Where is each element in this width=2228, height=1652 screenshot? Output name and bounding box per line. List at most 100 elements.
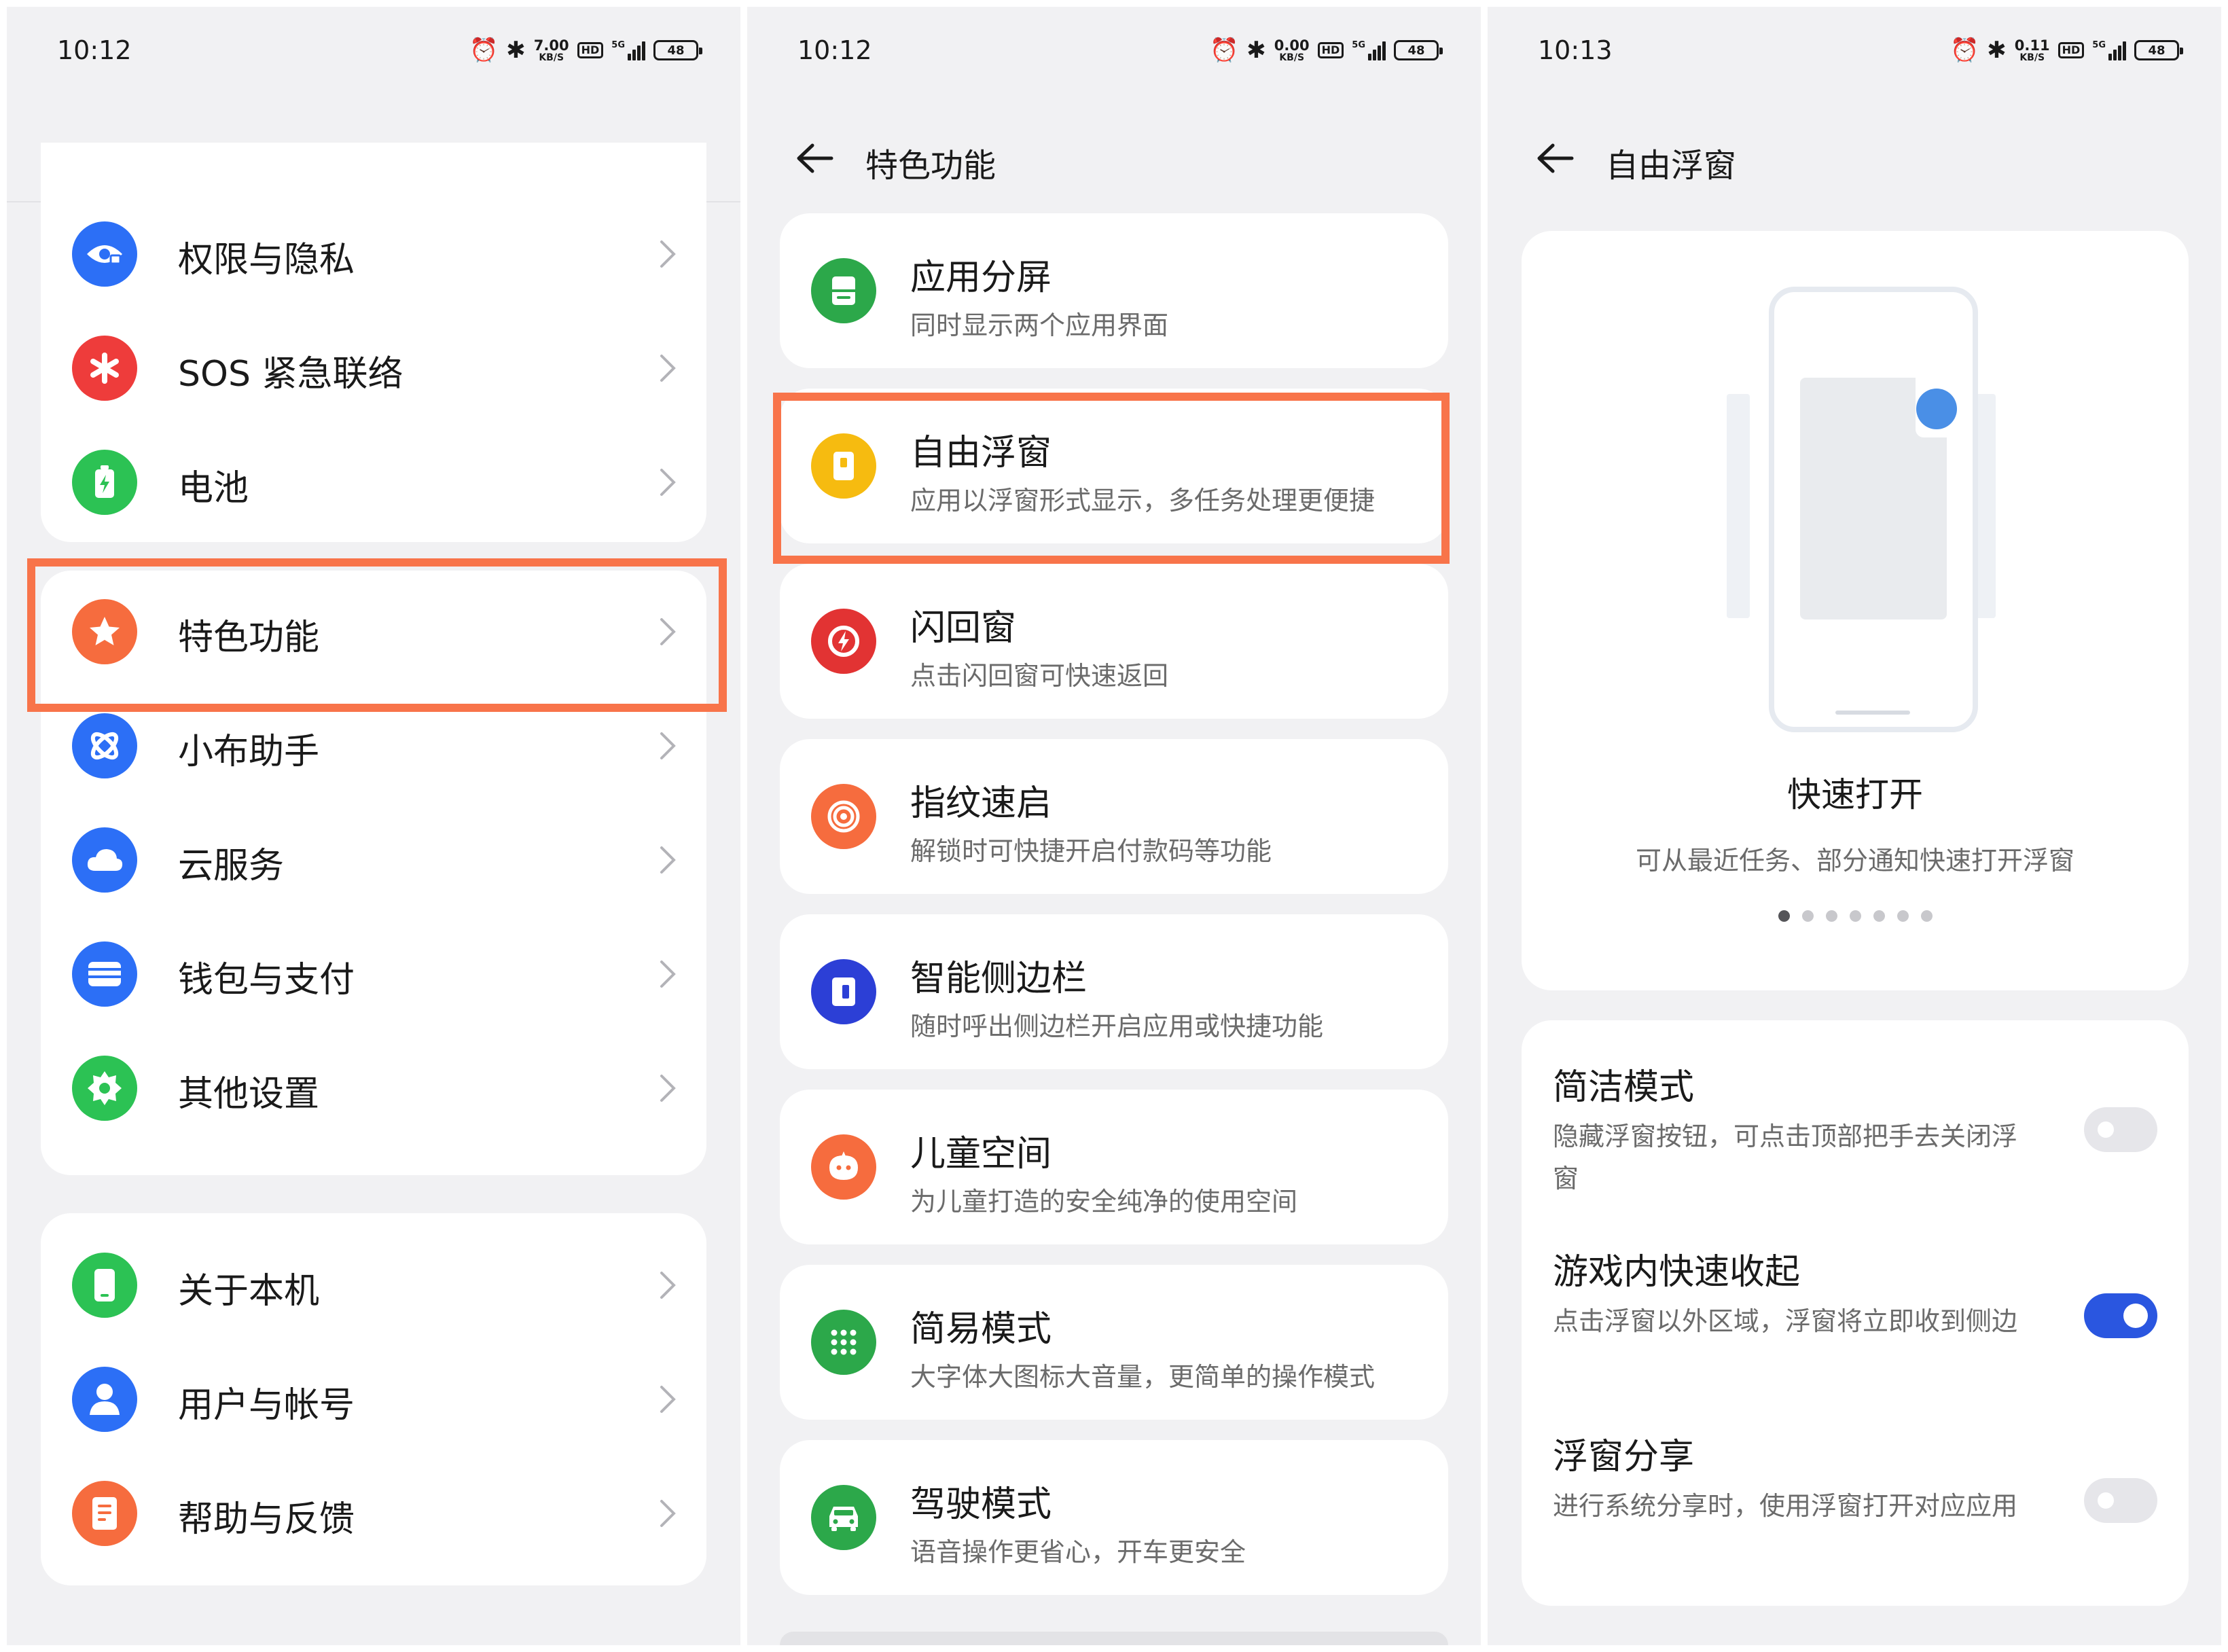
feature-subtitle: 点击闪回窗可快速返回 <box>910 661 1169 691</box>
car-icon <box>811 1485 876 1550</box>
header: 特色功能 <box>747 88 1481 208</box>
feature-card-kids-space[interactable]: 儿童空间 为儿童打造的安全纯净的使用空间 <box>780 1090 1448 1244</box>
settings-item-privacy[interactable]: 权限与隐私 <box>41 197 706 311</box>
feature-title: 简易模式 <box>910 1309 1052 1350</box>
battery-indicator: 48 <box>653 40 702 60</box>
feature-subtitle: 同时显示两个应用界面 <box>910 310 1169 340</box>
settings-item-battery[interactable]: 电池 <box>41 425 706 539</box>
feature-subtitle: 语音操作更省心，开车更安全 <box>910 1537 1246 1567</box>
network-speed: 7.00 KB/S <box>533 37 569 63</box>
chevron-right-icon <box>660 355 676 382</box>
wallet-icon <box>72 941 137 1007</box>
page-dot[interactable] <box>1849 910 1861 922</box>
settings-item-label: 电池 <box>178 468 249 509</box>
game-quick-collapse-toggle[interactable] <box>2084 1293 2157 1338</box>
feature-card-split-screen[interactable]: 应用分屏 同时显示两个应用界面 <box>780 213 1448 368</box>
signal-icon: 5G <box>2092 40 2126 60</box>
settings-item-cloud[interactable]: 云服务 <box>41 803 706 917</box>
option-title: 浮窗分享 <box>1553 1437 1695 1477</box>
split-screen-icon <box>811 258 876 323</box>
alarm-icon: ⏰ <box>469 37 499 64</box>
feature-subtitle: 大字体大图标大音量，更简单的操作模式 <box>910 1362 1376 1392</box>
chevron-right-icon <box>660 960 676 988</box>
chevron-right-icon <box>660 469 676 496</box>
option-game-quick-collapse[interactable]: 游戏内快速收起 点击浮窗以外区域，浮窗将立即收到侧边 <box>1522 1205 2189 1390</box>
illustration-card: 快速打开 可从最近任务、部分通知快速打开浮窗 <box>1522 231 2189 990</box>
feature-card-partial <box>780 1632 1448 1645</box>
chevron-right-icon <box>660 1386 676 1413</box>
phone-icon <box>72 1253 137 1318</box>
asterisk-icon <box>72 336 137 401</box>
settings-item-other[interactable]: 其他设置 <box>41 1031 706 1145</box>
fingerprint-icon <box>811 784 876 849</box>
page-dot[interactable] <box>1801 910 1814 922</box>
user-icon <box>72 1367 137 1432</box>
privacy-eye-icon <box>72 221 137 287</box>
hd-icon: HD <box>2058 42 2085 58</box>
battery-indicator: 48 <box>2134 40 2183 60</box>
status-time: 10:12 <box>57 35 132 65</box>
settings-item-account[interactable]: 用户与帐号 <box>41 1342 706 1456</box>
status-time: 10:12 <box>797 35 872 65</box>
feature-card-sidebar[interactable]: 智能侧边栏 随时呼出侧边栏开启应用或快捷功能 <box>780 914 1448 1069</box>
page-title: 自由浮窗 <box>1606 147 1737 185</box>
assistant-icon <box>72 713 137 778</box>
feature-card-simple-mode[interactable]: 简易模式 大字体大图标大音量，更简单的操作模式 <box>780 1265 1448 1420</box>
feature-card-driving-mode[interactable]: 驾驶模式 语音操作更省心，开车更安全 <box>780 1440 1448 1595</box>
floating-window-screen: 10:13 ⏰ ✱ 0.11 KB/S HD 5G 48 自由浮窗 快速打开 可从… <box>1488 7 2221 1645</box>
page-dot[interactable] <box>1873 910 1885 922</box>
option-floating-share[interactable]: 浮窗分享 进行系统分享时，使用浮窗打开对应应用 <box>1522 1390 2189 1575</box>
bluetooth-icon: ✱ <box>1987 37 2007 64</box>
signal-icon: 5G <box>611 40 645 60</box>
settings-item-sos[interactable]: SOS 紧急联络 <box>41 311 706 425</box>
features-screen: 10:12 ⏰ ✱ 0.00 KB/S HD 5G 48 特色功能 应用分屏 同时… <box>747 7 1481 1645</box>
help-book-icon <box>72 1481 137 1546</box>
settings-item-label: 云服务 <box>178 846 285 886</box>
gear-icon <box>72 1056 137 1121</box>
floating-share-toggle[interactable] <box>2084 1478 2157 1523</box>
simple-mode-toggle[interactable] <box>2084 1107 2157 1152</box>
alarm-icon: ⏰ <box>1209 37 1239 64</box>
feature-card-fingerprint[interactable]: 指纹速启 解锁时可快捷开启付款码等功能 <box>780 739 1448 894</box>
bluetooth-icon: ✱ <box>506 37 526 64</box>
cloud-icon <box>72 827 137 893</box>
chevron-right-icon <box>660 1272 676 1299</box>
floating-window-icon <box>811 433 876 499</box>
feature-card-flash-window[interactable]: 闪回窗 点击闪回窗可快速返回 <box>780 564 1448 719</box>
settings-item-label: 钱包与支付 <box>178 960 355 1001</box>
page-dot[interactable] <box>1778 910 1790 922</box>
back-arrow-icon[interactable] <box>1532 141 1576 175</box>
chevron-right-icon <box>660 1500 676 1527</box>
feature-subtitle: 应用以浮窗形式显示，多任务处理更便捷 <box>910 486 1376 516</box>
settings-item-label: 特色功能 <box>178 617 320 658</box>
option-description: 隐藏浮窗按钮，可点击顶部把手去关闭浮窗 <box>1553 1121 2018 1193</box>
page-dot[interactable] <box>1897 910 1909 922</box>
page-indicator[interactable] <box>1522 910 2189 922</box>
settings-item-help[interactable]: 帮助与反馈 <box>41 1456 706 1570</box>
chevron-right-icon <box>660 1075 676 1102</box>
page-dot[interactable] <box>1920 910 1933 922</box>
settings-item-wallet[interactable]: 钱包与支付 <box>41 917 706 1031</box>
hd-icon: HD <box>1317 42 1344 58</box>
settings-item-about[interactable]: 关于本机 <box>41 1228 706 1342</box>
feature-title: 应用分屏 <box>910 257 1052 298</box>
status-time: 10:13 <box>1538 35 1613 65</box>
page-title: 特色功能 <box>865 147 996 185</box>
feature-title: 驾驶模式 <box>910 1484 1052 1525</box>
option-simple-mode[interactable]: 简洁模式 隐藏浮窗按钮，可点击顶部把手去关闭浮窗 <box>1522 1020 2189 1205</box>
chevron-right-icon <box>660 240 676 268</box>
signal-icon: 5G <box>1352 40 1386 60</box>
settings-item-label: 权限与隐私 <box>178 240 355 281</box>
page-dot[interactable] <box>1825 910 1837 922</box>
feature-title: 自由浮窗 <box>910 433 1052 473</box>
chevron-right-icon <box>660 618 676 645</box>
status-icons: ⏰ ✱ 0.00 KB/S HD 5G 48 <box>1209 37 1443 64</box>
back-arrow-icon[interactable] <box>792 141 836 175</box>
alarm-icon: ⏰ <box>1950 37 1979 64</box>
hd-icon: HD <box>577 42 604 58</box>
feature-card-floating-window[interactable]: 自由浮窗 应用以浮窗形式显示，多任务处理更便捷 <box>780 389 1448 543</box>
settings-item-features[interactable]: 特色功能 <box>41 575 706 689</box>
feature-subtitle: 解锁时可快捷开启付款码等功能 <box>910 836 1272 866</box>
settings-item-assistant[interactable]: 小布助手 <box>41 689 706 803</box>
illustration-title: 快速打开 <box>1787 775 1923 814</box>
